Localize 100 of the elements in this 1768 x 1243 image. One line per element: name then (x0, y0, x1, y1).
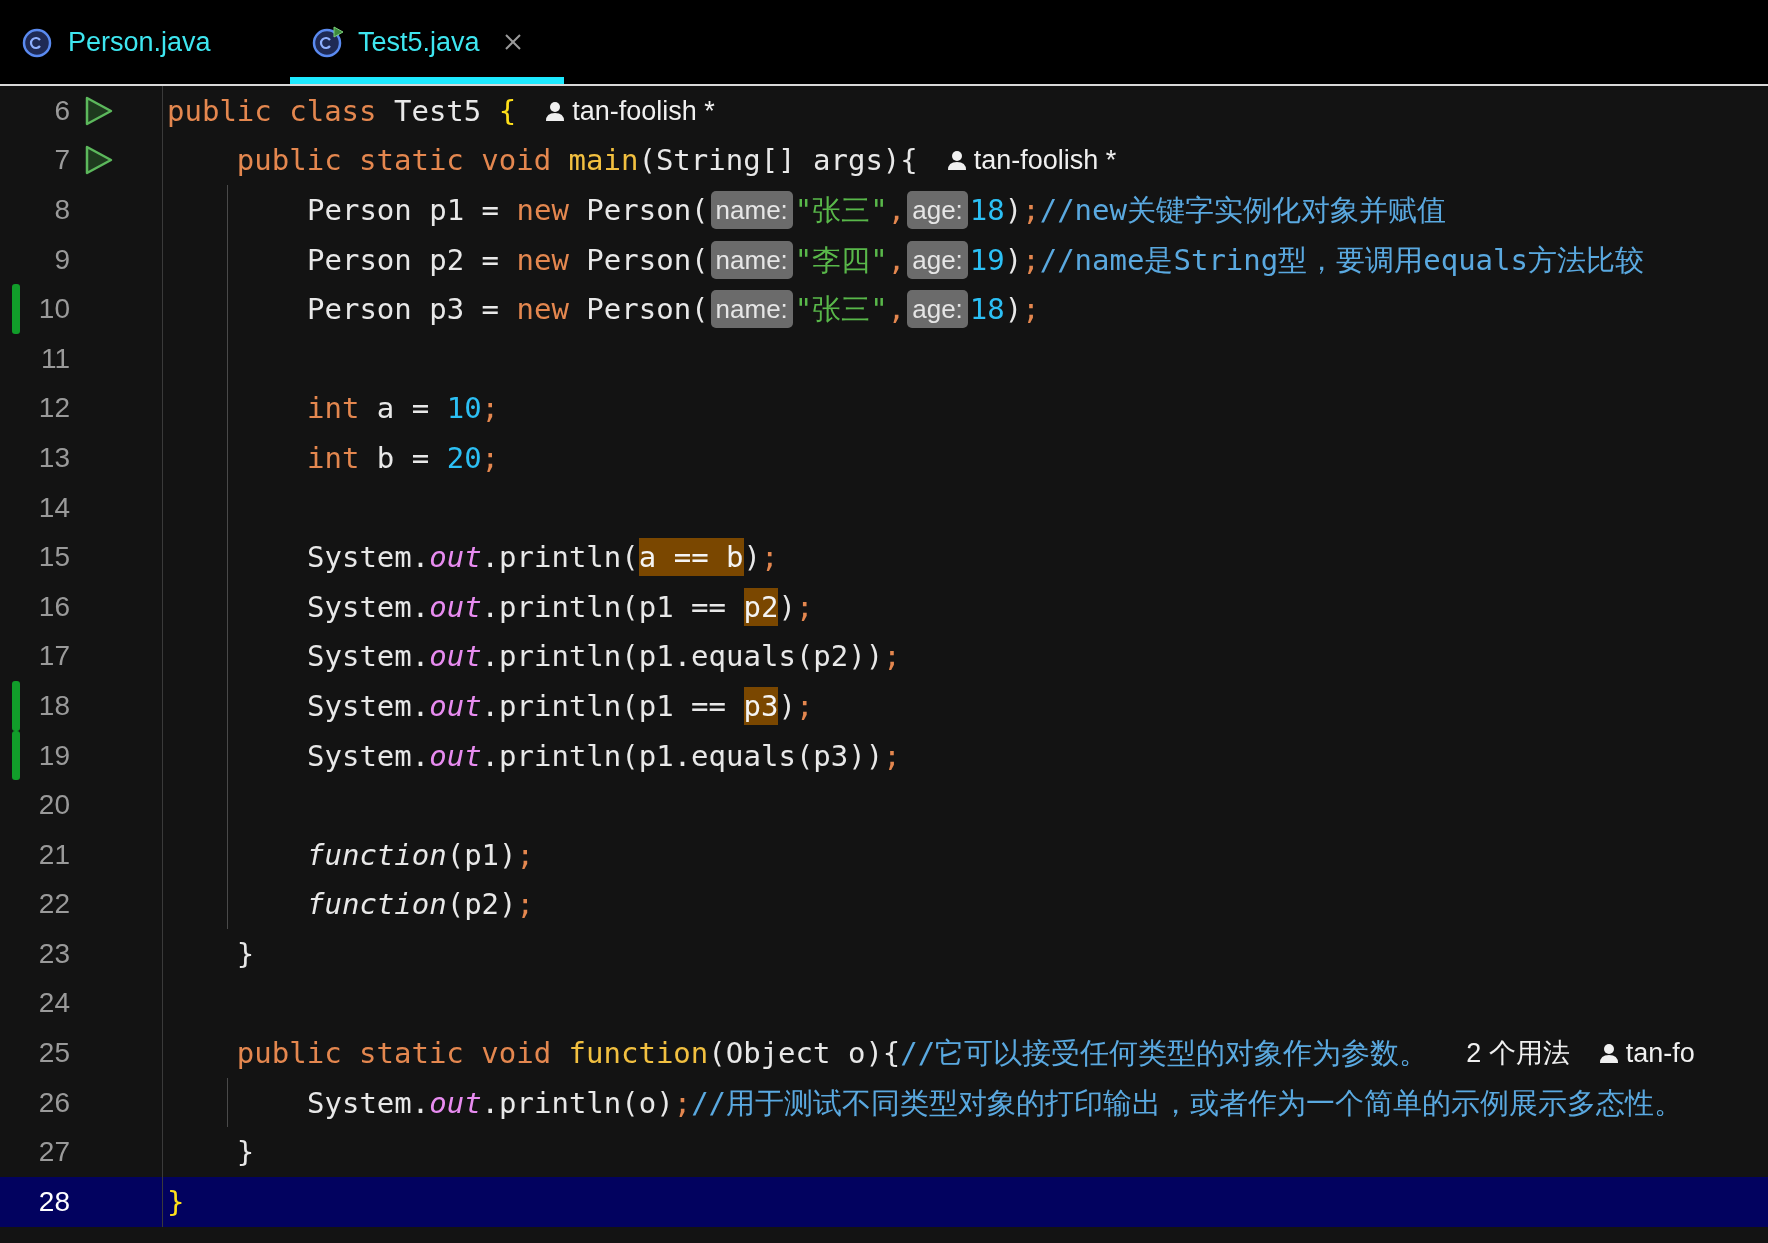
code-text: .println(p1.equals(p3)) (481, 737, 884, 775)
line-number: 11 (40, 341, 70, 376)
code-text: .println(p1 == (481, 588, 728, 626)
punctuation: , (887, 241, 906, 279)
highlighted-code: p2 (743, 587, 779, 626)
brace: } (167, 1183, 185, 1221)
change-marker[interactable] (12, 284, 20, 334)
code-text: b = (376, 439, 431, 477)
punctuation: ; (516, 886, 534, 924)
parameter-hint: name: (710, 290, 793, 329)
punctuation: , (887, 192, 906, 229)
line-number: 26 (38, 1085, 70, 1120)
editor-tab[interactable]: Test5.java (290, 0, 564, 84)
line-number: 19 (38, 738, 70, 773)
code-text: .println( (481, 539, 639, 577)
code-comment: //用于测试不同类型对象的打印输出，或者作为一个简单的示例展示多态性。 (691, 1084, 1684, 1122)
person-icon (546, 100, 565, 121)
author-hint[interactable]: tan-fo (1625, 1032, 1695, 1074)
punctuation: ; (1022, 192, 1040, 229)
code-text: ) (743, 539, 761, 577)
string-literal: "张三" (794, 291, 888, 329)
editor-tab[interactable]: Person.java (0, 0, 290, 84)
code-text: System. (307, 737, 430, 775)
method-name: main (568, 142, 639, 180)
code-text: Person( (586, 291, 709, 329)
number-literal: 19 (969, 241, 1005, 279)
number-literal: 18 (969, 192, 1005, 229)
line-number: 9 (54, 242, 70, 277)
static-field: out (429, 587, 482, 626)
brace: { (498, 92, 517, 130)
static-field: out (429, 538, 482, 577)
author-hint[interactable]: tan-foolish * (572, 90, 715, 132)
punctuation: ; (795, 588, 814, 626)
line-number: 16 (38, 589, 70, 624)
person-icon (1599, 1043, 1618, 1064)
number-literal: 20 (446, 439, 482, 477)
code-text: .println(p1 == (481, 687, 728, 725)
code-text: (p1) (446, 836, 517, 874)
line-number: 6 (54, 93, 70, 128)
line-number: 27 (38, 1135, 70, 1170)
method-call: function (307, 886, 447, 924)
static-field: out (429, 736, 482, 775)
code-text: (String[] args){ (638, 142, 918, 180)
code-text: } (235, 1134, 255, 1172)
parameter-hint: name: (710, 191, 793, 229)
punctuation: ; (516, 836, 534, 874)
punctuation: ; (761, 539, 779, 577)
punctuation: ; (673, 1084, 692, 1122)
method-name: function (568, 1035, 709, 1073)
code-text: a = (376, 390, 431, 428)
line-number: 23 (38, 936, 70, 971)
parameter-hint: age: (907, 191, 968, 229)
line-number: 12 (38, 391, 70, 426)
punctuation: ; (481, 439, 500, 477)
keyword: new (516, 291, 570, 329)
person-icon (947, 150, 966, 171)
code-text: ) (1004, 241, 1023, 279)
code-text: Person p3 = (307, 291, 501, 329)
code-text: Person p1 = (307, 192, 501, 229)
punctuation: ; (883, 638, 901, 676)
code-text: System. (307, 1084, 430, 1122)
line-number: 14 (38, 490, 70, 525)
run-icon[interactable] (84, 144, 114, 177)
code-text: (p2) (446, 886, 517, 924)
close-icon[interactable] (503, 33, 522, 51)
punctuation: ; (1022, 291, 1040, 329)
line-number: 10 (38, 292, 70, 327)
punctuation: ; (795, 687, 814, 725)
code-comment: //new关键字实例化对象并赋值 (1039, 192, 1446, 229)
change-marker[interactable] (12, 730, 20, 781)
number-literal: 10 (446, 390, 482, 428)
change-marker[interactable] (12, 681, 20, 731)
code-text: Person( (586, 192, 709, 229)
line-number: 22 (38, 887, 70, 922)
code-text: System. (307, 638, 430, 676)
highlighted-code: a == b (638, 538, 744, 577)
string-literal: "张三" (794, 192, 888, 229)
static-field: out (429, 637, 482, 676)
keyword: public static void (235, 1035, 553, 1073)
code-comment: //它可以接受任何类型的对象作为参数。 (900, 1035, 1429, 1073)
usages-hint[interactable]: 2 个用法 (1466, 1032, 1570, 1074)
punctuation: ; (1022, 241, 1040, 279)
run-icon[interactable] (84, 94, 114, 127)
code-text: .println(p1.equals(p2)) (481, 638, 884, 676)
code-text: ) (778, 687, 796, 725)
punctuation: , (887, 291, 906, 329)
keyword: public static void (235, 142, 553, 180)
punctuation: ; (481, 390, 500, 428)
author-hint[interactable]: tan-foolish * (973, 140, 1117, 181)
parameter-hint: name: (710, 240, 793, 279)
static-field: out (429, 1083, 482, 1122)
code-text: } (235, 935, 255, 973)
code-text: System. (307, 539, 430, 577)
code-text: System. (307, 588, 430, 626)
keyword: public class (167, 92, 378, 130)
code-text: (Object o){ (708, 1035, 901, 1073)
code-text: Test5 (394, 92, 483, 130)
keyword: new (516, 241, 570, 279)
code-text: ) (1004, 192, 1023, 229)
line-number: 17 (38, 639, 70, 674)
